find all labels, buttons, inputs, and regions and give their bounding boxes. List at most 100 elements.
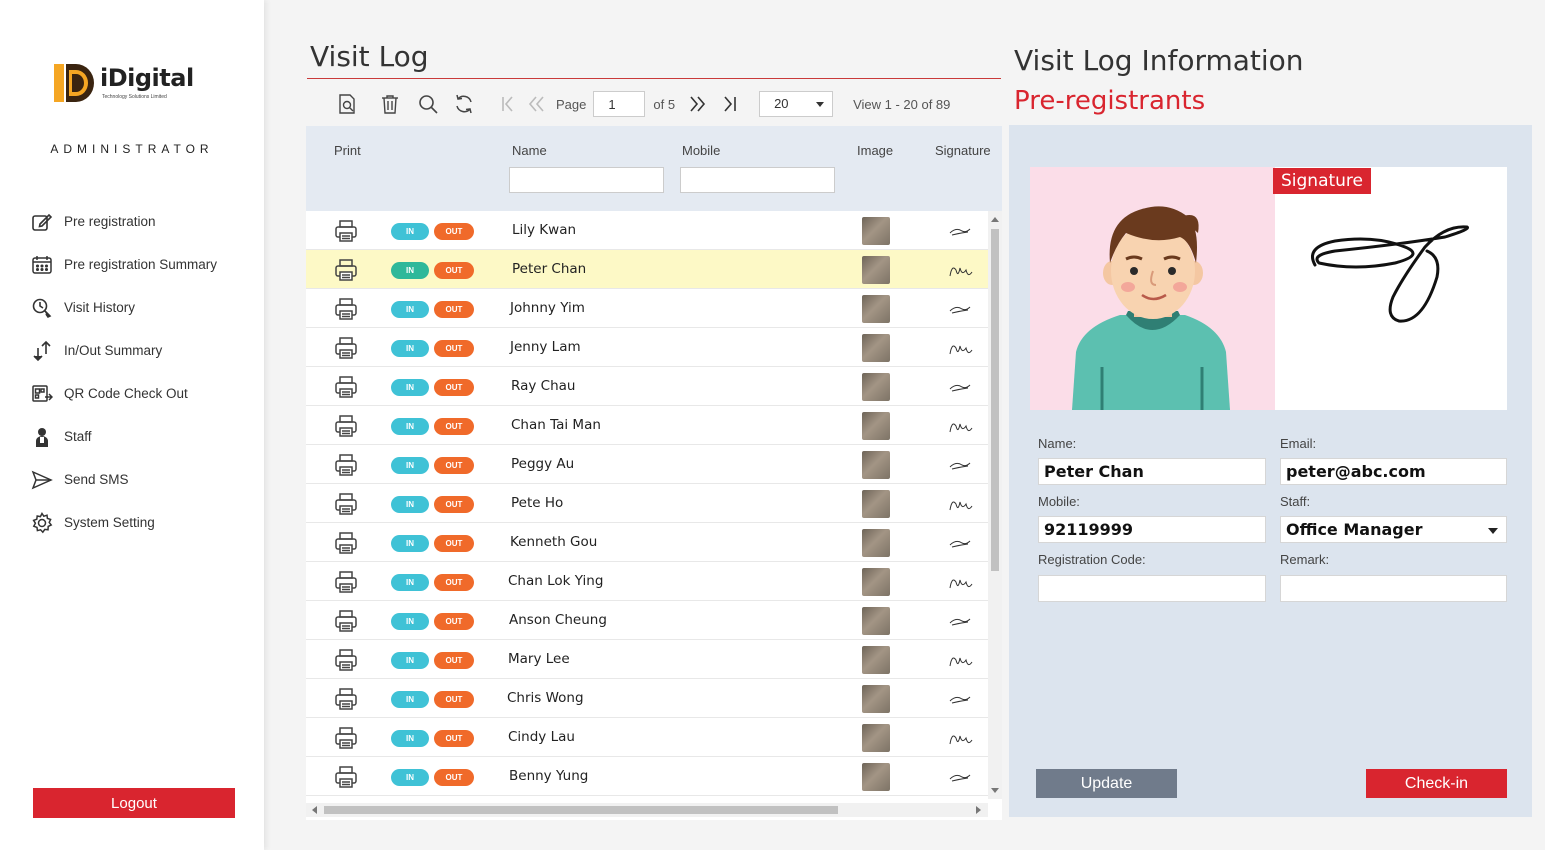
visitor-thumbnail[interactable] <box>862 685 890 713</box>
table-row[interactable]: IN OUT Chris Wong <box>306 679 988 718</box>
check-out-pill[interactable]: OUT <box>434 613 474 630</box>
signature-thumbnail[interactable] <box>948 650 974 670</box>
signature-thumbnail[interactable] <box>948 221 974 241</box>
check-out-pill[interactable]: OUT <box>434 691 474 708</box>
printer-icon[interactable] <box>334 375 358 399</box>
sidebar-item-send-sms[interactable]: Send SMS <box>30 458 217 501</box>
check-out-pill[interactable]: OUT <box>434 340 474 357</box>
visitor-thumbnail[interactable] <box>862 568 890 596</box>
previous-page-icon[interactable] <box>525 93 547 115</box>
signature-thumbnail[interactable] <box>948 533 974 553</box>
column-header-print[interactable]: Print <box>334 143 361 158</box>
visitor-thumbnail[interactable] <box>862 412 890 440</box>
horizontal-scrollbar[interactable] <box>306 803 988 817</box>
registration-code-field[interactable] <box>1038 575 1266 602</box>
check-in-pill[interactable]: IN <box>391 418 429 435</box>
check-in-pill[interactable]: IN <box>391 691 429 708</box>
printer-icon[interactable] <box>334 219 358 243</box>
visitor-thumbnail[interactable] <box>862 529 890 557</box>
remark-field[interactable] <box>1280 575 1507 602</box>
signature-thumbnail[interactable] <box>948 260 974 280</box>
check-out-pill[interactable]: OUT <box>434 496 474 513</box>
check-in-button[interactable]: Check-in <box>1366 769 1507 798</box>
sidebar-item-pre-registration[interactable]: Pre registration <box>30 200 217 243</box>
check-in-pill[interactable]: IN <box>391 769 429 786</box>
signature-thumbnail[interactable] <box>948 377 974 397</box>
check-in-pill[interactable]: IN <box>391 301 429 318</box>
check-out-pill[interactable]: OUT <box>434 379 474 396</box>
visitor-thumbnail[interactable] <box>862 763 890 791</box>
column-header-signature[interactable]: Signature <box>935 143 991 158</box>
mobile-filter-input[interactable] <box>680 167 835 193</box>
name-filter-input[interactable] <box>509 167 664 193</box>
printer-icon[interactable] <box>334 531 358 555</box>
staff-select[interactable]: Office Manager <box>1280 516 1507 543</box>
signature-thumbnail[interactable] <box>948 455 974 475</box>
scrollbar-thumb[interactable] <box>324 806 838 814</box>
table-row[interactable]: IN OUT Benny Yung <box>306 757 988 796</box>
check-in-pill[interactable]: IN <box>391 535 429 552</box>
signature-thumbnail[interactable] <box>948 416 974 436</box>
check-in-pill[interactable]: IN <box>391 262 429 279</box>
check-in-pill[interactable]: IN <box>391 730 429 747</box>
check-out-pill[interactable]: OUT <box>434 418 474 435</box>
scroll-left-icon[interactable] <box>312 806 317 814</box>
check-in-pill[interactable]: IN <box>391 223 429 240</box>
table-row[interactable]: IN OUT Anson Cheung <box>306 601 988 640</box>
signature-thumbnail[interactable] <box>948 494 974 514</box>
page-number-input[interactable] <box>593 91 646 117</box>
printer-icon[interactable] <box>334 258 358 282</box>
printer-icon[interactable] <box>334 492 358 516</box>
sidebar-item-qr-code-check-out[interactable]: QR Code Check Out <box>30 372 217 415</box>
next-page-icon[interactable] <box>687 93 709 115</box>
visitor-thumbnail[interactable] <box>862 646 890 674</box>
check-out-pill[interactable]: OUT <box>434 535 474 552</box>
signature-thumbnail[interactable] <box>948 299 974 319</box>
check-in-pill[interactable]: IN <box>391 340 429 357</box>
signature-thumbnail[interactable] <box>948 728 974 748</box>
printer-icon[interactable] <box>334 648 358 672</box>
last-page-icon[interactable] <box>719 93 741 115</box>
sidebar-item-in-out-summary[interactable]: In/Out Summary <box>30 329 217 372</box>
trash-icon[interactable] <box>379 93 401 115</box>
check-in-pill[interactable]: IN <box>391 379 429 396</box>
refresh-icon[interactable] <box>453 93 475 115</box>
printer-icon[interactable] <box>334 453 358 477</box>
sidebar-item-pre-registration-summary[interactable]: Pre registration Summary <box>30 243 217 286</box>
printer-icon[interactable] <box>334 765 358 789</box>
printer-icon[interactable] <box>334 336 358 360</box>
visitor-thumbnail[interactable] <box>862 256 890 284</box>
check-out-pill[interactable]: OUT <box>434 223 474 240</box>
signature-thumbnail[interactable] <box>948 338 974 358</box>
check-out-pill[interactable]: OUT <box>434 730 474 747</box>
table-row[interactable]: IN OUT Peter Chan <box>306 250 988 289</box>
signature-thumbnail[interactable] <box>948 767 974 787</box>
visitor-thumbnail[interactable] <box>862 217 890 245</box>
visitor-thumbnail[interactable] <box>862 334 890 362</box>
signature-thumbnail[interactable] <box>948 611 974 631</box>
sidebar-item-visit-history[interactable]: Visit History <box>30 286 217 329</box>
table-row[interactable]: IN OUT Pete Ho <box>306 484 988 523</box>
table-row[interactable]: IN OUT Chan Lok Ying <box>306 562 988 601</box>
signature-thumbnail[interactable] <box>948 689 974 709</box>
column-header-name[interactable]: Name <box>512 143 547 158</box>
visitor-thumbnail[interactable] <box>862 490 890 518</box>
visitor-thumbnail[interactable] <box>862 295 890 323</box>
sidebar-item-system-setting[interactable]: System Setting <box>30 501 217 544</box>
visitor-thumbnail[interactable] <box>862 607 890 635</box>
printer-icon[interactable] <box>334 609 358 633</box>
check-in-pill[interactable]: IN <box>391 574 429 591</box>
check-in-pill[interactable]: IN <box>391 652 429 669</box>
table-row[interactable]: IN OUT Peggy Au <box>306 445 988 484</box>
table-row[interactable]: IN OUT Chan Tai Man <box>306 406 988 445</box>
printer-icon[interactable] <box>334 687 358 711</box>
check-out-pill[interactable]: OUT <box>434 262 474 279</box>
page-size-select[interactable]: 20 <box>759 91 834 117</box>
printer-icon[interactable] <box>334 726 358 750</box>
check-out-pill[interactable]: OUT <box>434 574 474 591</box>
visitor-thumbnail[interactable] <box>862 724 890 752</box>
search-icon[interactable] <box>417 93 439 115</box>
check-out-pill[interactable]: OUT <box>434 652 474 669</box>
name-field[interactable]: Peter Chan <box>1038 458 1266 485</box>
visitor-thumbnail[interactable] <box>862 373 890 401</box>
